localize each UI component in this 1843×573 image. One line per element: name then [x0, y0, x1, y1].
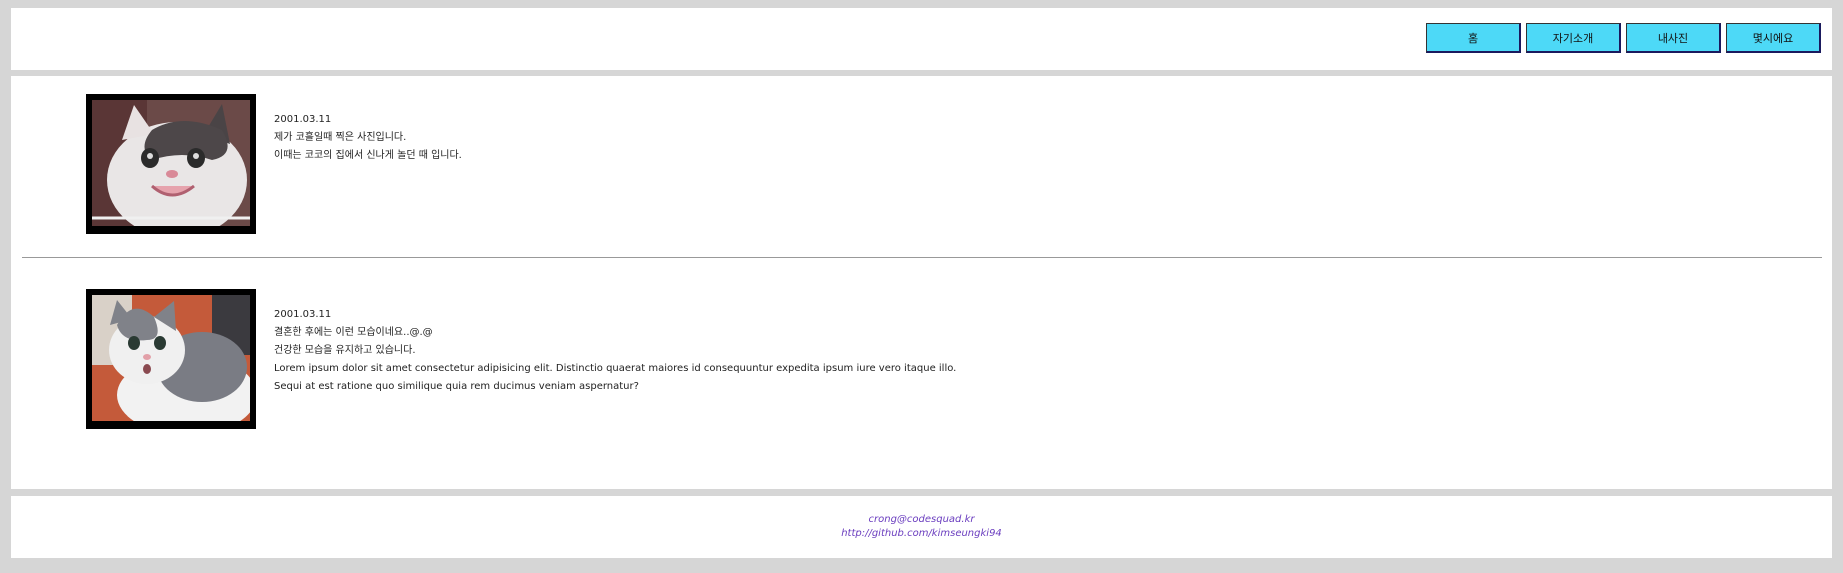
cat-photo-surprised [86, 289, 256, 429]
footer-email-link[interactable]: crong@codesquad.kr [11, 513, 1832, 527]
post-line: 건강한 모습을 유지하고 있습니다. [274, 345, 416, 356]
post-item: 2001.03.11 결혼한 후에는 이런 모습이네요..@.@ 건강한 모습을… [86, 289, 1086, 429]
footer-links: crong@codesquad.kr http://github.com/kim… [11, 513, 1832, 541]
footer: crong@codesquad.kr http://github.com/kim… [11, 496, 1832, 558]
post-line: 제가 코흘일때 찍은 사진입니다. [274, 132, 407, 143]
post-text: 2001.03.11 제가 코흘일때 찍은 사진입니다. 이때는 코코의 집에서… [274, 111, 462, 165]
top-nav: 홈 자기소개 내사진 몇시에요 [1426, 23, 1821, 53]
post-item: 2001.03.11 제가 코흘일때 찍은 사진입니다. 이때는 코코의 집에서… [86, 94, 1086, 234]
post-line: Sequi at est ratione quo similique quia … [274, 381, 639, 392]
post-line: 결혼한 후에는 이런 모습이네요..@.@ [274, 327, 433, 338]
nav-home-button[interactable]: 홈 [1426, 23, 1521, 53]
nav-photos-button[interactable]: 내사진 [1626, 23, 1721, 53]
main-content: 2001.03.11 제가 코흘일때 찍은 사진입니다. 이때는 코코의 집에서… [11, 76, 1832, 489]
post-date: 2001.03.11 [274, 309, 332, 320]
nav-time-button[interactable]: 몇시에요 [1726, 23, 1821, 53]
post-line: Lorem ipsum dolor sit amet consectetur a… [274, 363, 957, 374]
footer-github-link[interactable]: http://github.com/kimseungki94 [11, 527, 1832, 541]
cat-surprised-image [92, 295, 250, 421]
post-text: 2001.03.11 결혼한 후에는 이런 모습이네요..@.@ 건강한 모습을… [274, 306, 956, 396]
post-date: 2001.03.11 [274, 114, 332, 125]
post-divider [22, 257, 1822, 258]
cat-photo-smiling [86, 94, 256, 234]
post-line: 이때는 코코의 집에서 신나게 놀던 때 입니다. [274, 150, 462, 161]
cat-smiling-image [92, 100, 250, 226]
nav-about-button[interactable]: 자기소개 [1526, 23, 1621, 53]
header: 홈 자기소개 내사진 몇시에요 [11, 8, 1832, 70]
